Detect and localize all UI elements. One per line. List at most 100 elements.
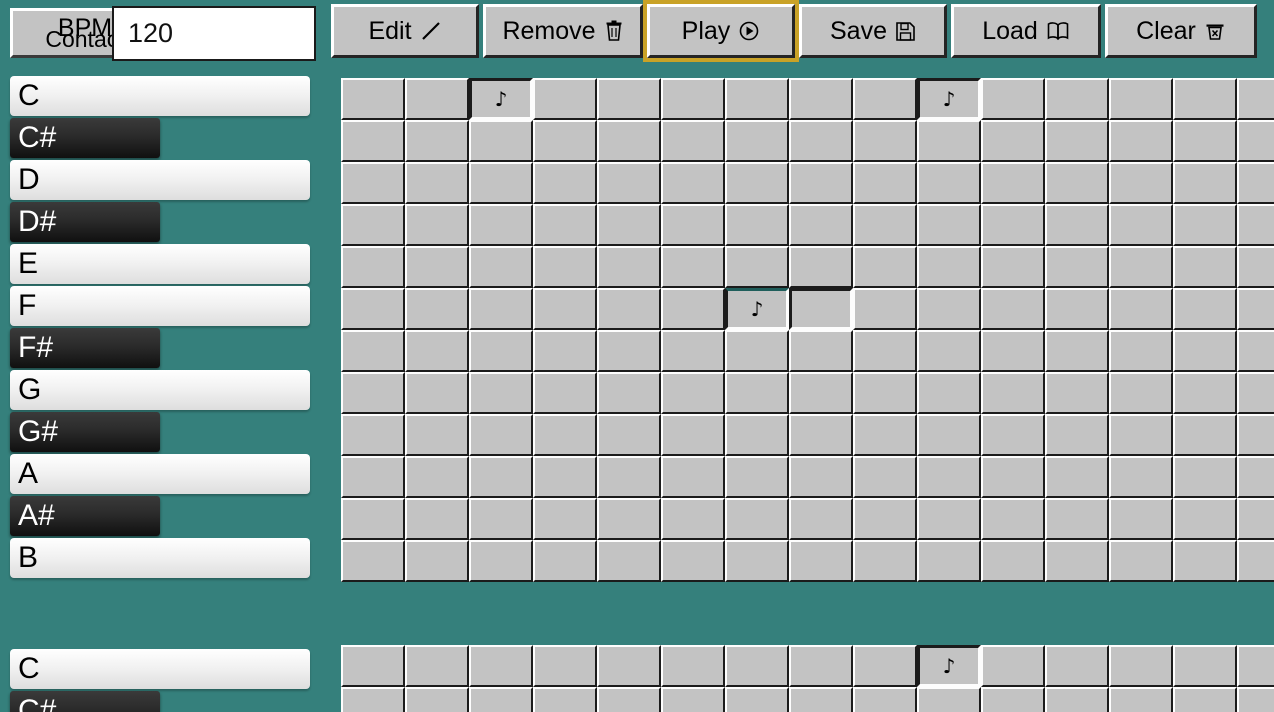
grid-cell[interactable]: [917, 414, 981, 456]
grid-cell[interactable]: [597, 687, 661, 712]
grid-cell[interactable]: [1173, 645, 1237, 687]
piano-key-f-oct1[interactable]: F: [10, 286, 310, 326]
grid-cell-note[interactable]: ♪: [469, 78, 533, 120]
grid-cell-selected[interactable]: [789, 288, 853, 330]
grid-cell[interactable]: [405, 456, 469, 498]
grid-cell[interactable]: [469, 372, 533, 414]
grid-cell[interactable]: [1237, 162, 1274, 204]
grid-cell[interactable]: [981, 687, 1045, 712]
piano-key-g-sharp-oct1[interactable]: G#: [10, 412, 160, 452]
grid-cell[interactable]: [405, 645, 469, 687]
grid-cell[interactable]: [597, 372, 661, 414]
grid-cell[interactable]: [533, 687, 597, 712]
grid-cell[interactable]: [1109, 456, 1173, 498]
grid-cell[interactable]: [1109, 204, 1173, 246]
grid-cell[interactable]: [853, 540, 917, 582]
grid-cell[interactable]: [725, 162, 789, 204]
grid-cell[interactable]: [1173, 162, 1237, 204]
grid-cell[interactable]: [597, 204, 661, 246]
grid-cell[interactable]: [725, 204, 789, 246]
piano-key-a-oct1[interactable]: A: [10, 454, 310, 494]
grid-cell[interactable]: [405, 498, 469, 540]
grid-cell[interactable]: [981, 414, 1045, 456]
grid-cell[interactable]: [661, 498, 725, 540]
grid-cell[interactable]: [1045, 204, 1109, 246]
grid-cell[interactable]: [1173, 687, 1237, 712]
grid-cell[interactable]: [725, 120, 789, 162]
grid-cell[interactable]: [853, 204, 917, 246]
grid-cell-note[interactable]: ♪: [917, 78, 981, 120]
grid-cell[interactable]: [469, 456, 533, 498]
grid-cell[interactable]: [1045, 498, 1109, 540]
edit-button[interactable]: Edit: [331, 4, 479, 58]
grid-cell[interactable]: [661, 687, 725, 712]
grid-cell[interactable]: [981, 162, 1045, 204]
grid-cell[interactable]: [853, 162, 917, 204]
grid-cell[interactable]: [917, 246, 981, 288]
play-button[interactable]: Play: [647, 4, 795, 58]
grid-cell[interactable]: [405, 120, 469, 162]
grid-cell[interactable]: [341, 372, 405, 414]
grid-cell[interactable]: [725, 414, 789, 456]
grid-cell[interactable]: [341, 330, 405, 372]
grid-cell[interactable]: [597, 330, 661, 372]
grid-cell[interactable]: [853, 78, 917, 120]
grid-cell[interactable]: [341, 204, 405, 246]
grid-cell[interactable]: [853, 456, 917, 498]
grid-cell[interactable]: [853, 246, 917, 288]
grid-cell[interactable]: [917, 288, 981, 330]
grid-cell[interactable]: [789, 456, 853, 498]
grid-cell[interactable]: [661, 372, 725, 414]
grid-cell[interactable]: [1237, 372, 1274, 414]
piano-key-f-sharp-oct1[interactable]: F#: [10, 328, 160, 368]
grid-cell[interactable]: [1109, 78, 1173, 120]
grid-cell[interactable]: [661, 414, 725, 456]
grid-cell-note[interactable]: ♪: [725, 288, 789, 330]
grid-cell[interactable]: [789, 162, 853, 204]
grid-cell[interactable]: [469, 645, 533, 687]
grid-cell[interactable]: [1237, 540, 1274, 582]
grid-cell[interactable]: [597, 246, 661, 288]
grid-cell[interactable]: [789, 372, 853, 414]
grid-cell[interactable]: [533, 498, 597, 540]
grid-cell[interactable]: [341, 645, 405, 687]
piano-key-a-sharp-oct1[interactable]: A#: [10, 496, 160, 536]
grid-cell[interactable]: [981, 120, 1045, 162]
piano-key-d-oct1[interactable]: D: [10, 160, 310, 200]
grid-cell[interactable]: [1045, 645, 1109, 687]
piano-key-c-oct1[interactable]: C: [10, 76, 310, 116]
grid-cell[interactable]: [661, 246, 725, 288]
grid-cell[interactable]: [1109, 414, 1173, 456]
grid-cell[interactable]: [1173, 456, 1237, 498]
grid-cell[interactable]: [1237, 456, 1274, 498]
grid-cell[interactable]: [533, 414, 597, 456]
grid-cell[interactable]: [789, 330, 853, 372]
grid-cell[interactable]: [469, 414, 533, 456]
grid-cell[interactable]: [469, 498, 533, 540]
grid-cell[interactable]: [533, 162, 597, 204]
grid-cell[interactable]: [1173, 288, 1237, 330]
grid-cell[interactable]: [789, 414, 853, 456]
grid-cell[interactable]: [1173, 540, 1237, 582]
grid-cell[interactable]: [1109, 120, 1173, 162]
grid-cell[interactable]: [1237, 645, 1274, 687]
grid-cell[interactable]: [981, 540, 1045, 582]
load-button[interactable]: Load: [951, 4, 1101, 58]
grid-cell[interactable]: [341, 288, 405, 330]
grid-cell[interactable]: [469, 288, 533, 330]
grid-cell[interactable]: [597, 288, 661, 330]
grid-cell[interactable]: [1045, 120, 1109, 162]
grid-cell[interactable]: [661, 162, 725, 204]
grid-cell[interactable]: [661, 456, 725, 498]
piano-key-c-oct2[interactable]: C: [10, 649, 310, 689]
grid-cell[interactable]: [981, 498, 1045, 540]
grid-cell[interactable]: [405, 162, 469, 204]
grid-cell[interactable]: [917, 540, 981, 582]
grid-cell[interactable]: [341, 498, 405, 540]
grid-cell[interactable]: [1045, 78, 1109, 120]
grid-cell[interactable]: [661, 288, 725, 330]
grid-cell[interactable]: [789, 246, 853, 288]
grid-cell[interactable]: [533, 456, 597, 498]
grid-cell[interactable]: [533, 78, 597, 120]
grid-cell[interactable]: [1173, 246, 1237, 288]
